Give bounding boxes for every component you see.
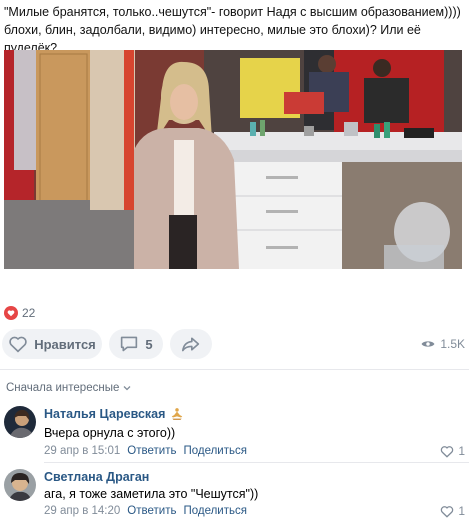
comment-date[interactable]: 29 апр в 15:01 — [44, 445, 120, 457]
comment-author[interactable]: Наталья Царевская — [44, 407, 184, 421]
video-frame — [4, 50, 462, 269]
chevron-down-icon — [123, 386, 131, 391]
avatar-image — [4, 469, 36, 501]
comment-item: Наталья Царевская Вчера орнула с этого))… — [0, 404, 469, 464]
views-counter: 1.5K — [421, 337, 465, 351]
likes-count: 22 — [22, 306, 36, 320]
heart-outline-icon — [441, 445, 454, 458]
share-button[interactable] — [170, 329, 212, 359]
comment-item: Светлана Драган ага, я тоже заметила это… — [0, 467, 469, 522]
comment-like-button[interactable]: 1 — [440, 444, 465, 458]
heart-outline-icon — [9, 336, 27, 353]
comment-meta: 29 апр в 15:01 Ответить Поделиться — [44, 445, 247, 457]
share-arrow-icon — [182, 337, 200, 352]
meditation-emoji-icon — [172, 408, 183, 420]
avatar-image — [4, 406, 36, 438]
avatar[interactable] — [4, 469, 36, 501]
comments-count: 5 — [145, 336, 153, 352]
comment-like-count: 1 — [458, 444, 465, 458]
comment-text: ага, я тоже заметила это "Чешутся")) — [44, 487, 259, 501]
views-count: 1.5K — [440, 337, 465, 351]
comment-author-name: Светлана Драган — [44, 470, 150, 484]
comment-date[interactable]: 29 апр в 14:20 — [44, 505, 120, 517]
post-likes-summary: 22 — [4, 305, 35, 321]
comment-meta: 29 апр в 14:20 Ответить Поделиться — [44, 505, 247, 517]
comment-author[interactable]: Светлана Драган — [44, 470, 149, 484]
share-link[interactable]: Поделиться — [183, 445, 247, 457]
comment-like-button[interactable]: 1 — [440, 504, 465, 518]
heart-outline-icon — [441, 505, 454, 518]
section-divider — [0, 369, 469, 370]
comments-sort-dropdown[interactable]: Сначала интересные — [6, 382, 131, 394]
post-text: "Милые бранятся, только..чешутся"- говор… — [4, 5, 461, 55]
share-link[interactable]: Поделиться — [183, 505, 247, 517]
eye-icon — [421, 341, 435, 347]
reply-link[interactable]: Ответить — [127, 445, 176, 457]
comments-sort-label: Сначала интересные — [6, 382, 120, 394]
like-button[interactable]: Нравится — [2, 329, 102, 359]
heart-icon — [4, 306, 18, 320]
comments-button[interactable]: 5 — [109, 329, 163, 359]
like-button-label: Нравится — [34, 336, 96, 352]
comment-like-count: 1 — [458, 504, 465, 518]
post-actions-bar: Нравится 5 1.5K — [0, 328, 469, 360]
comment-text: Вчера орнула с этого)) — [44, 426, 176, 440]
comment-divider — [44, 462, 469, 463]
post-video[interactable] — [4, 50, 462, 269]
comment-icon — [121, 336, 138, 352]
avatar[interactable] — [4, 406, 36, 438]
comment-author-name: Наталья Царевская — [44, 407, 166, 421]
reply-link[interactable]: Ответить — [127, 505, 176, 517]
